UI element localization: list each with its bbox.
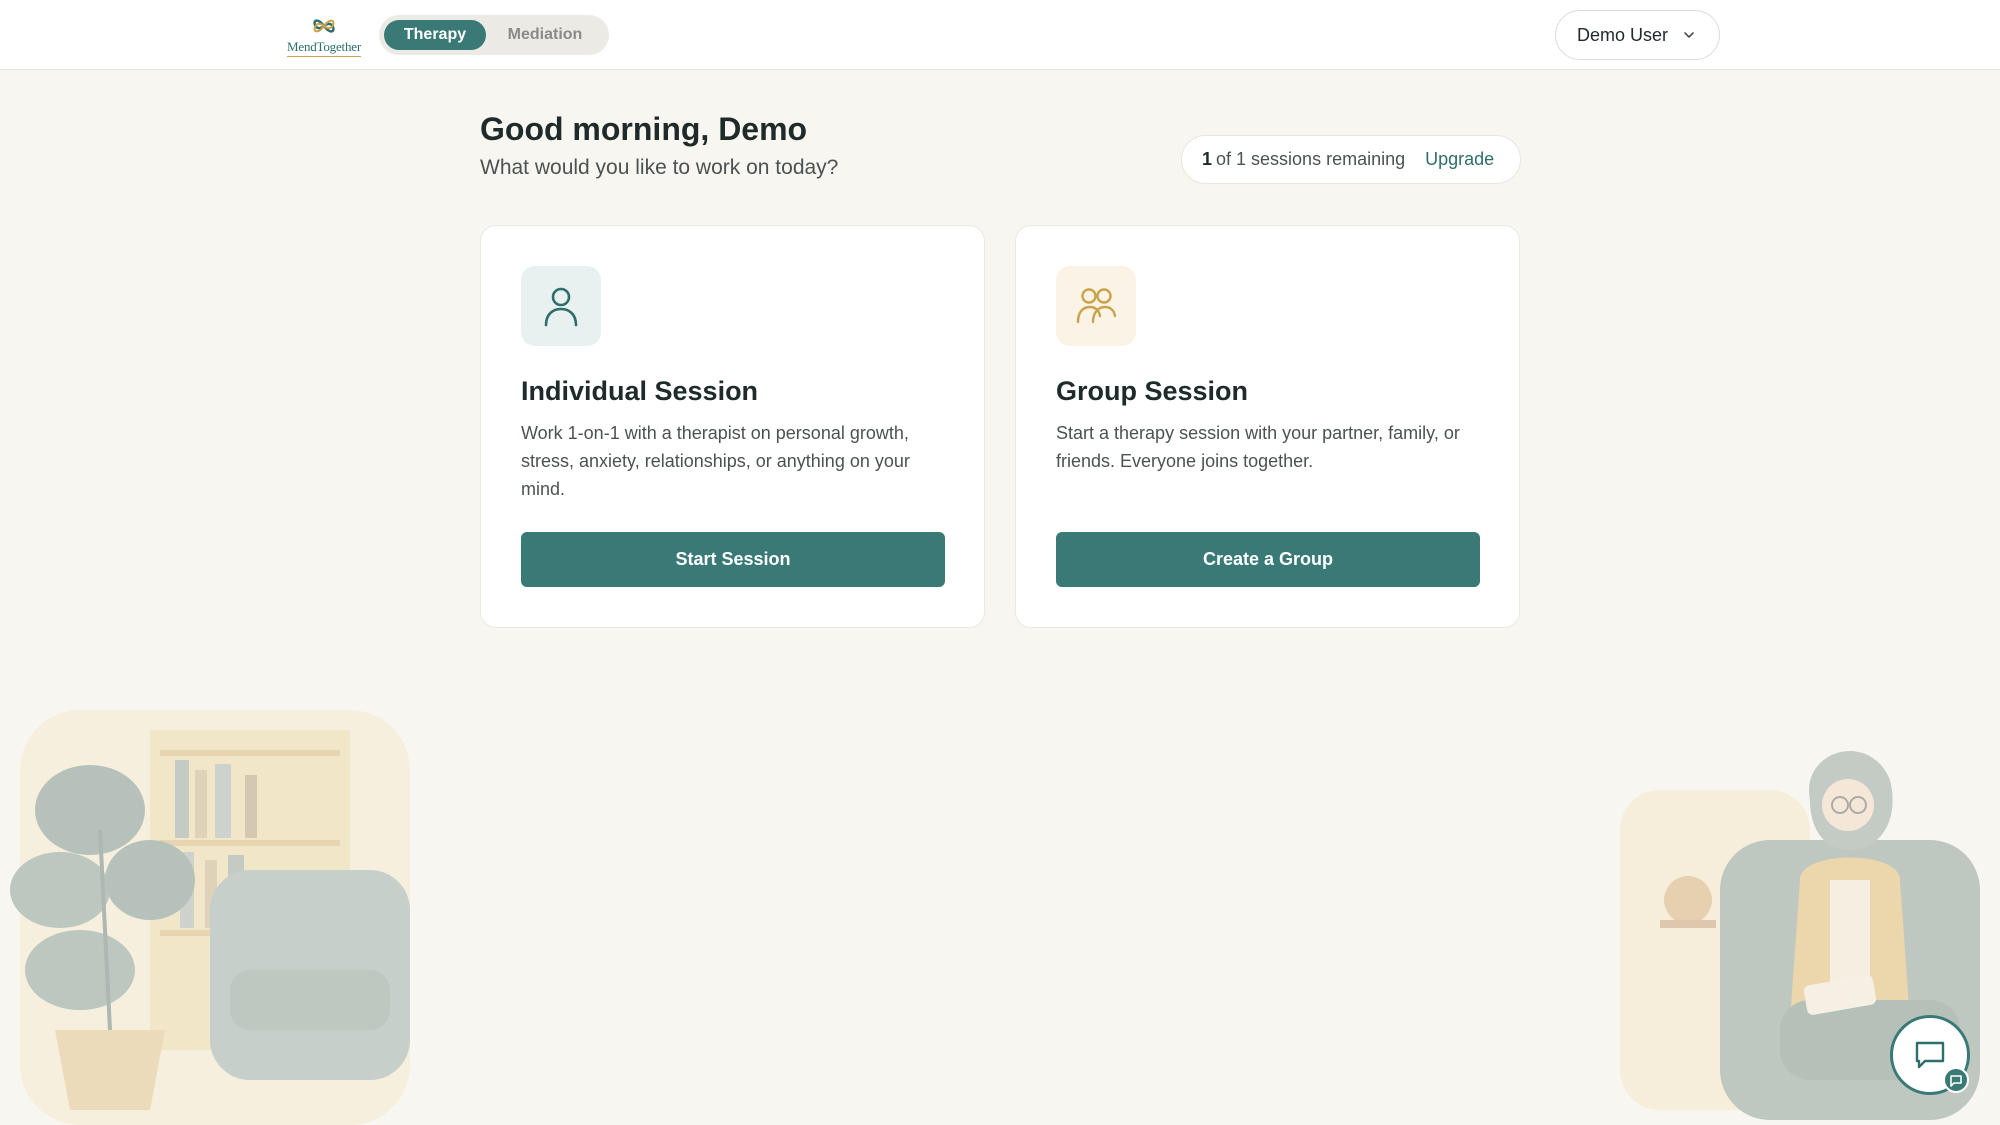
card-title: Group Session [1056,376,1249,406]
group-icon [1056,266,1136,346]
page-title: Good morning, Demo [480,111,808,147]
room-illustration-left [10,710,410,1125]
chat-icon [1915,1041,1945,1069]
group-session-card: Group Session Start a therapy session wi… [1015,225,1520,628]
tab-therapy[interactable]: Therapy [384,20,486,50]
logo-text: MendTogether [287,39,361,57]
chevron-down-icon [1684,32,1694,38]
logo-mark-icon [313,18,335,33]
individual-session-card: Individual Session Work 1-on-1 with a th… [480,225,985,628]
sessions-text: of 1 sessions remaining [1216,149,1406,169]
sessions-count: 1 [1202,149,1213,169]
top-header: MendTogether Therapy Mediation Demo User [0,0,2000,70]
sessions-remaining-badge: 1 of 1 sessions remaining Upgrade [1181,135,1521,184]
card-description: Work 1-on-1 with a therapist on personal… [521,423,910,499]
person-icon [521,266,601,346]
user-menu-button[interactable]: Demo User [1555,10,1720,60]
logo[interactable]: MendTogether [279,10,369,60]
tab-mediation[interactable]: Mediation [486,20,604,50]
card-title: Individual Session [521,376,759,406]
upgrade-link[interactable]: Upgrade [1425,149,1494,170]
chat-badge-icon [1943,1067,1969,1093]
start-session-button[interactable]: Start Session [521,532,945,587]
create-group-button[interactable]: Create a Group [1056,532,1480,587]
user-name: Demo User [1577,24,1669,45]
card-description: Start a therapy session with your partne… [1056,423,1460,471]
page-subtitle: What would you like to work on today? [480,156,839,179]
mode-switch: Therapy Mediation [379,15,609,55]
